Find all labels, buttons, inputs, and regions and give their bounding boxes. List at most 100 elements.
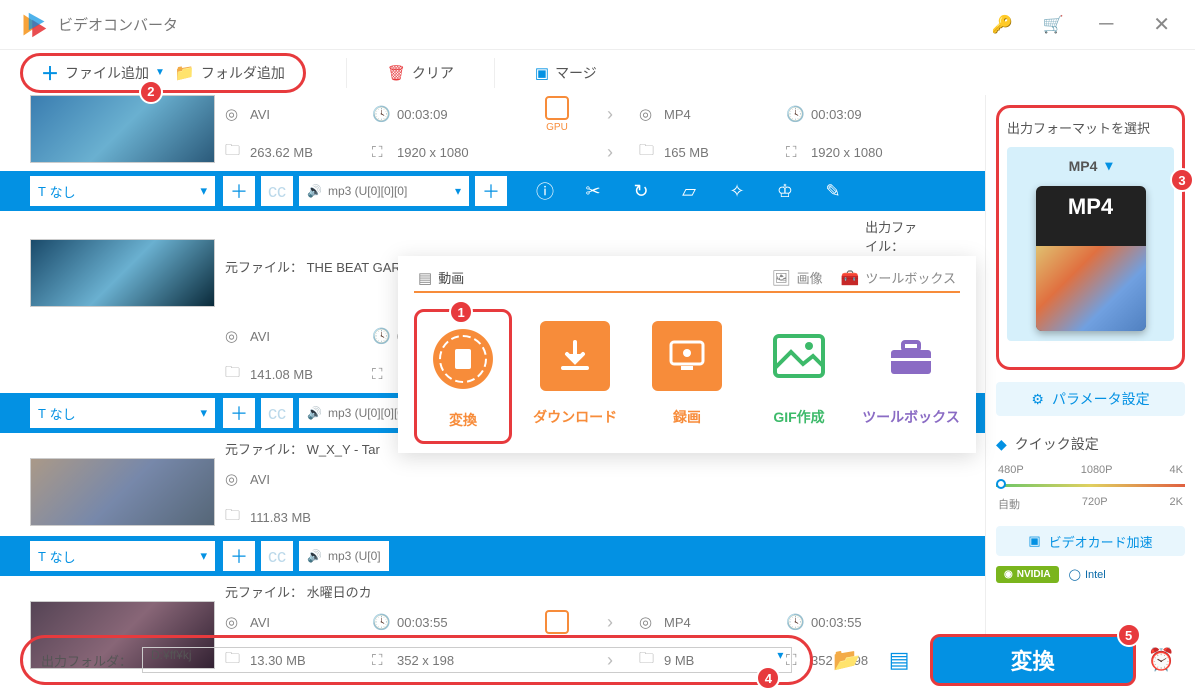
convert-button[interactable]: 5 変換 bbox=[930, 634, 1136, 686]
clear-button[interactable]: 🗑 クリア bbox=[387, 63, 454, 83]
chip-icon: ▣ bbox=[1028, 533, 1040, 549]
subtitle-select[interactable]: T なし▾ bbox=[30, 398, 215, 428]
resolution-labels-bottom: 自動 720P 2K bbox=[996, 496, 1185, 512]
resolution-icon: ⛶ bbox=[786, 144, 804, 161]
slider-thumb[interactable] bbox=[996, 479, 1006, 489]
cc-button[interactable]: cc bbox=[261, 176, 293, 206]
tab-video[interactable]: ▤動画 bbox=[414, 268, 468, 287]
format-select[interactable]: MP4 ▾ bbox=[1017, 157, 1164, 174]
dot-icon: ◆ bbox=[996, 436, 1007, 453]
src-resolution: 1920 x 1080 bbox=[397, 145, 469, 160]
badge-2: 2 bbox=[139, 80, 163, 104]
resolution-icon: ⛶ bbox=[372, 366, 390, 383]
src-format: AVI bbox=[250, 615, 270, 630]
card-gif[interactable]: GIF作成 bbox=[750, 309, 848, 444]
cc-button[interactable]: cc bbox=[261, 398, 293, 428]
thumbnail[interactable] bbox=[30, 239, 215, 307]
gpu-accel-button[interactable]: ▣ ビデオカード加速 bbox=[996, 526, 1185, 556]
card-toolbox[interactable]: ツールボックス bbox=[862, 309, 960, 444]
add-subtitle-button[interactable]: ＋ bbox=[223, 541, 255, 571]
src-format: AVI bbox=[250, 472, 270, 487]
thumbnail[interactable] bbox=[30, 458, 215, 526]
disc-icon: ◎ bbox=[225, 470, 243, 488]
add-audio-button[interactable]: ＋ bbox=[475, 176, 507, 206]
quality-slider[interactable] bbox=[996, 482, 1185, 488]
tab-toolbox[interactable]: 🧰ツールボックス bbox=[837, 268, 960, 287]
resolution-icon: ⛶ bbox=[372, 144, 390, 161]
badge-1: 1 bbox=[449, 300, 473, 324]
clear-label: クリア bbox=[412, 63, 454, 83]
toolbar: ＋ ファイル追加 ▼ 📁 フォルダ追加 2 🗑 クリア ▣ マージ bbox=[0, 50, 1195, 95]
chevron-down-icon: ▾ bbox=[200, 405, 207, 421]
chevron-down-icon: ▾ bbox=[200, 548, 207, 564]
thumbnail[interactable] bbox=[30, 95, 215, 163]
src-duration: 00:03:55 bbox=[397, 615, 448, 630]
output-folder-label: 出力フォルダ： bbox=[41, 651, 132, 670]
folder-icon: 🗀 bbox=[225, 505, 243, 530]
merge-button[interactable]: ▣ マージ bbox=[535, 63, 597, 83]
folder-icon: 🗀 bbox=[225, 140, 243, 165]
trash-icon: 🗑 bbox=[387, 64, 406, 82]
add-group: ＋ ファイル追加 ▼ 📁 フォルダ追加 2 bbox=[20, 53, 306, 93]
cart-icon[interactable]: 🛒 bbox=[1043, 15, 1064, 35]
chevron-down-icon: ▾ bbox=[777, 648, 783, 662]
disc-icon: ◎ bbox=[639, 105, 657, 123]
card-download[interactable]: ダウンロード bbox=[526, 309, 624, 444]
out-duration: 00:03:55 bbox=[811, 615, 862, 630]
record-icon bbox=[652, 321, 722, 391]
folder-icon: 📁 bbox=[175, 63, 195, 83]
parameter-settings-button[interactable]: ⚙ パラメータ設定 bbox=[996, 382, 1185, 416]
key-icon[interactable]: 🔑 bbox=[992, 15, 1013, 35]
card-convert[interactable]: 1 変換 bbox=[414, 309, 512, 444]
chevron-down-icon: ▼ bbox=[155, 67, 165, 78]
popup-tabs: ▤動画 🖼画像 🧰ツールボックス bbox=[414, 268, 960, 293]
video-icon: ▤ bbox=[418, 269, 432, 287]
card-record[interactable]: 録画 bbox=[638, 309, 736, 444]
add-folder-button[interactable]: 📁 フォルダ追加 bbox=[175, 63, 285, 83]
format-label: MP4 bbox=[1069, 158, 1098, 174]
image-icon: 🖼 bbox=[772, 269, 791, 287]
output-folder-input[interactable]: D:¥ff¥kj ▾ bbox=[142, 647, 792, 673]
gif-label: GIF作成 bbox=[773, 407, 824, 427]
resolution-labels-top: 480P 1080P 4K bbox=[996, 464, 1185, 476]
info-button[interactable]: ⓘ bbox=[521, 171, 569, 211]
out-resolution: 1920 x 1080 bbox=[811, 145, 883, 160]
param-label: パラメータ設定 bbox=[1052, 389, 1150, 409]
src-size: 141.08 MB bbox=[250, 367, 313, 382]
minimize-button[interactable]: ─ bbox=[1094, 13, 1118, 36]
gpu-indicator: GPU bbox=[527, 96, 587, 133]
edit-buttons: ⓘ ✂ ↻ ▱ ✧ ♔ ✎ bbox=[521, 171, 857, 211]
cut-button[interactable]: ✂ bbox=[569, 171, 617, 211]
alarm-button[interactable]: ⏰ bbox=[1148, 647, 1175, 673]
edit-button[interactable]: ✎ bbox=[809, 171, 857, 211]
audio-select[interactable]: 🔊mp3 (U[0] bbox=[299, 541, 389, 571]
app-title: ビデオコンバータ bbox=[58, 14, 992, 35]
nvidia-badge: ◉NVIDIA bbox=[996, 566, 1059, 583]
gpu-badges: ◉NVIDIA ◯Intel bbox=[996, 566, 1185, 583]
download-label: ダウンロード bbox=[533, 407, 617, 427]
close-button[interactable]: ✕ bbox=[1148, 12, 1175, 37]
cc-button[interactable]: cc bbox=[261, 541, 293, 571]
disc-icon: ◎ bbox=[225, 105, 243, 123]
watermark-button[interactable]: ♔ bbox=[761, 171, 809, 211]
mode-popup: ▤動画 🖼画像 🧰ツールボックス 1 変換 ダウンロード 録画 GIF作成 ツー… bbox=[398, 256, 976, 453]
rotate-button[interactable]: ↻ bbox=[617, 171, 665, 211]
toolbox-icon bbox=[876, 321, 946, 391]
output-folder-wrap: 出力フォルダ： D:¥ff¥kj ▾ 4 bbox=[20, 635, 813, 685]
list-button[interactable]: ▤ bbox=[881, 647, 918, 673]
open-folder-button[interactable]: 📂 bbox=[825, 647, 868, 673]
subtitle-select[interactable]: T なし▾ bbox=[30, 541, 215, 571]
subtitle-select[interactable]: T なし▾ bbox=[30, 176, 215, 206]
folder-icon: 🗀 bbox=[225, 362, 243, 387]
out-size: 165 MB bbox=[664, 145, 709, 160]
chip-icon bbox=[545, 96, 569, 120]
effects-button[interactable]: ✧ bbox=[713, 171, 761, 211]
audio-select[interactable]: 🔊mp3 (U[0][0][0]▾ bbox=[299, 176, 469, 206]
add-subtitle-button[interactable]: ＋ bbox=[223, 176, 255, 206]
crop-button[interactable]: ▱ bbox=[665, 171, 713, 211]
src-format: AVI bbox=[250, 107, 270, 122]
out-duration: 00:03:09 bbox=[811, 107, 862, 122]
folder-icon: 🗀 bbox=[639, 140, 657, 165]
tab-image[interactable]: 🖼画像 bbox=[768, 268, 827, 287]
add-subtitle-button[interactable]: ＋ bbox=[223, 398, 255, 428]
